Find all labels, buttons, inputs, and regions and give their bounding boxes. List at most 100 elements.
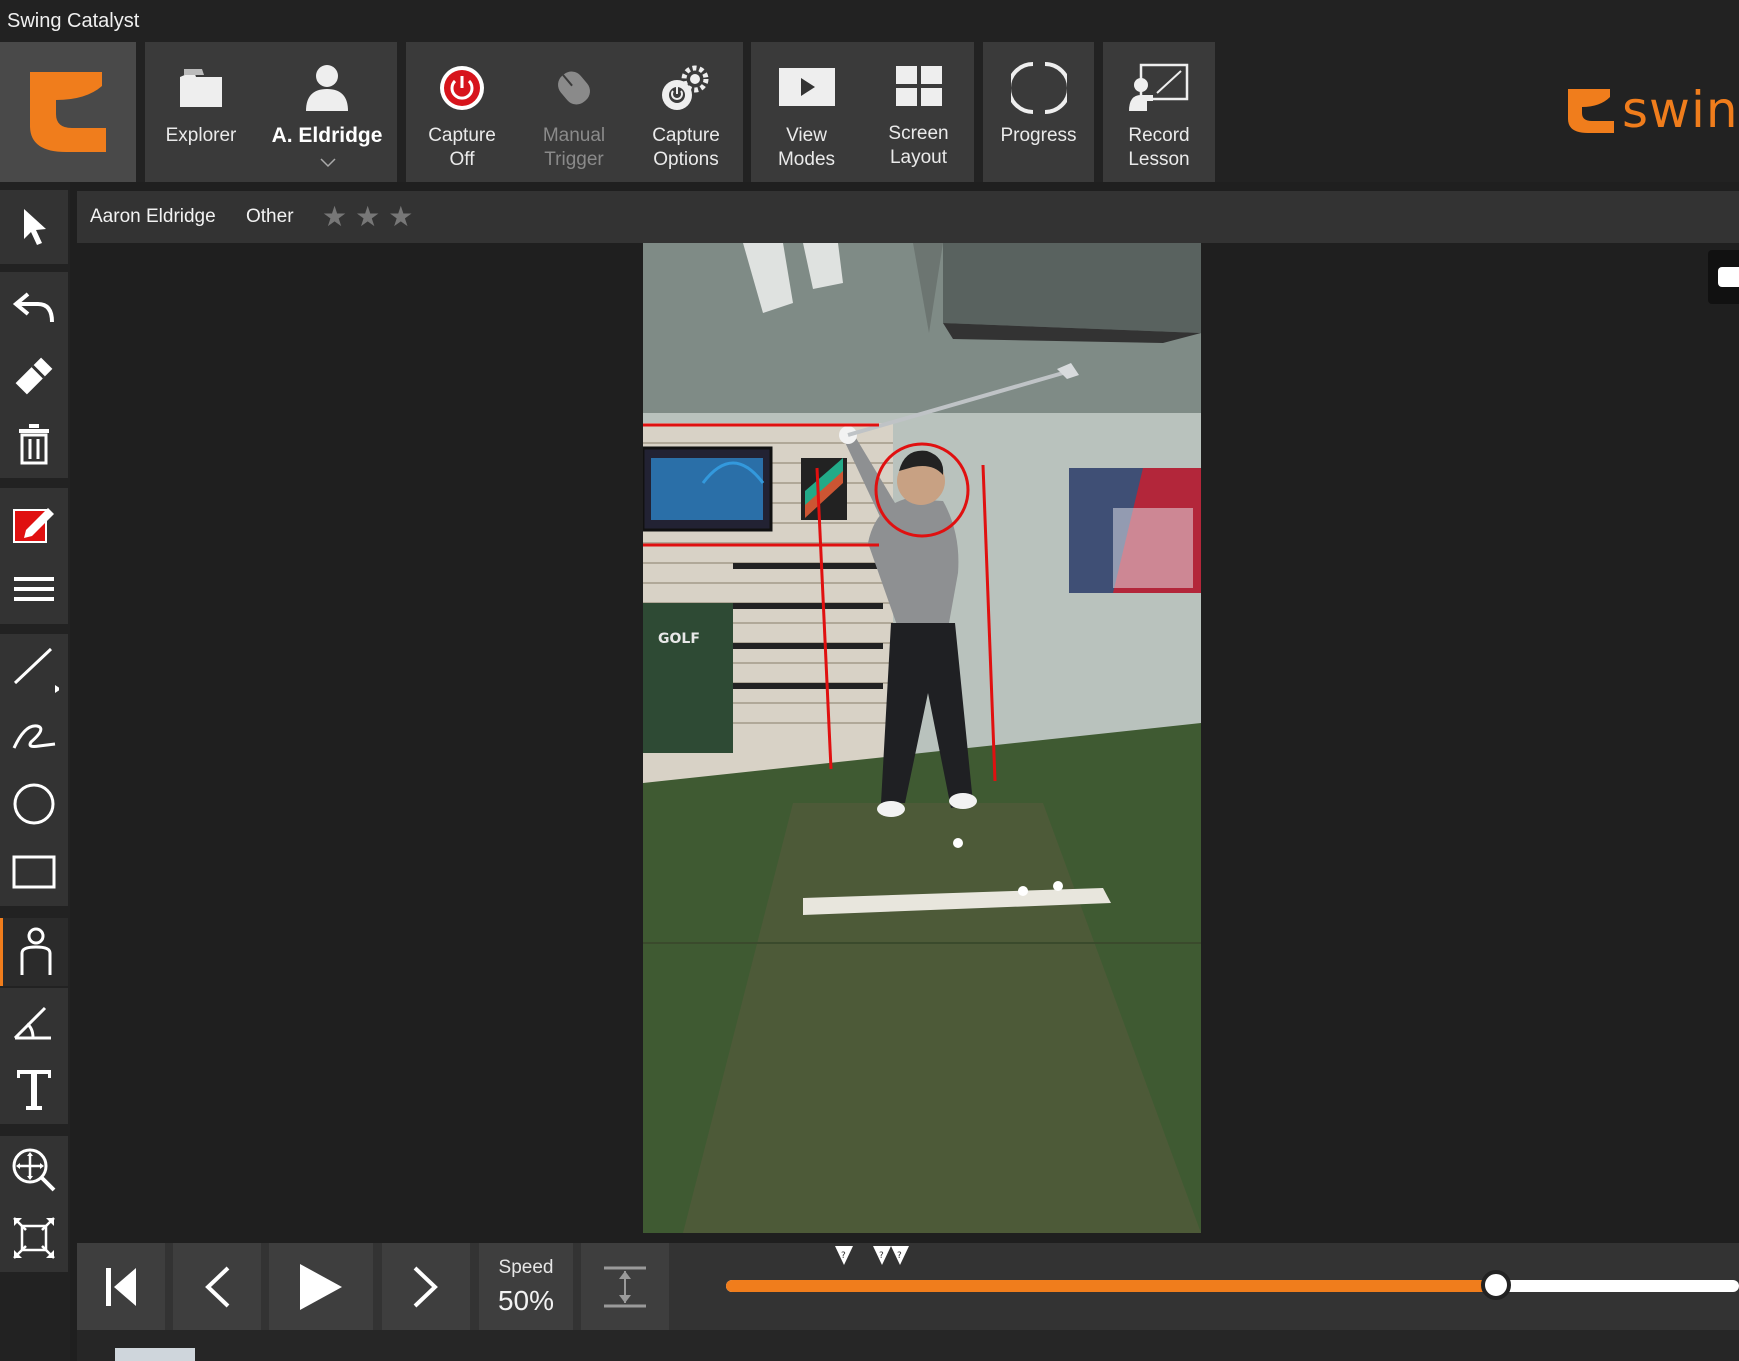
svg-text:?: ? [841, 1251, 846, 1261]
video-frame[interactable]: GOLF [643, 243, 1201, 1233]
pencil-color-icon [13, 508, 54, 543]
zoom-icon [12, 1148, 56, 1192]
window-title: Swing Catalyst [0, 0, 1739, 42]
folder-icon [171, 60, 231, 116]
svg-text:?: ? [897, 1251, 902, 1261]
svg-text:?: ? [879, 1251, 884, 1261]
play-button[interactable] [269, 1243, 373, 1330]
circle-tool[interactable] [0, 770, 68, 838]
body-angle-tool[interactable] [0, 918, 68, 986]
zoom-tool[interactable] [0, 1136, 68, 1204]
side-panel-tab[interactable] [1708, 250, 1739, 304]
progress-button[interactable]: Progress [983, 42, 1094, 182]
undo-tool[interactable] [0, 274, 68, 342]
skip-start-icon [106, 1267, 136, 1306]
arrow-pointer-icon [24, 209, 46, 245]
speed-control[interactable]: Speed 50% [479, 1243, 573, 1330]
manual-trigger-label: Manual Trigger [542, 125, 606, 170]
rectangle-icon [12, 855, 56, 889]
ribbon: Explorer A. Eldridge Capture Off Manual … [0, 42, 1739, 182]
line-tool[interactable] [0, 634, 68, 702]
explorer-label: Explorer [165, 125, 237, 146]
timeline-thumb[interactable] [1480, 1270, 1511, 1300]
freehand-icon [12, 724, 56, 749]
text-icon [17, 1070, 51, 1110]
line-icon [13, 647, 59, 693]
eraser-tool[interactable] [0, 342, 68, 410]
drawing-toolbar [0, 182, 70, 1361]
record-lesson-label: Record Lesson [1128, 125, 1190, 170]
freehand-tool[interactable] [0, 702, 68, 770]
previous-frame-button[interactable] [173, 1243, 261, 1330]
line-width-tool[interactable] [0, 556, 68, 624]
brand-text: swing [1622, 81, 1739, 139]
capture-off-button[interactable]: Capture Off [406, 42, 518, 182]
undo-icon [12, 292, 54, 323]
app-logo[interactable] [0, 42, 136, 182]
gears-icon [656, 60, 716, 116]
timeline-track[interactable] [726, 1280, 1739, 1292]
rating-stars[interactable]: ★★★ [322, 191, 421, 243]
svg-text:GOLF: GOLF [658, 631, 700, 647]
line-weight-icon [14, 577, 54, 601]
fit-screen-tool[interactable] [0, 1204, 68, 1272]
clip-thumbnail[interactable] [115, 1348, 195, 1361]
swing-catalyst-logo-icon [30, 72, 106, 152]
panel-toggle-icon [1718, 267, 1739, 287]
view-modes-label: View Modes [777, 125, 836, 170]
view-modes-button[interactable]: View Modes [751, 42, 862, 182]
clip-info-bar: Aaron Eldridge Other ★★★ [77, 191, 1739, 243]
progress-label: Progress [1000, 125, 1077, 146]
mouse-icon [544, 60, 604, 116]
angle-tool[interactable] [0, 988, 68, 1056]
athlete-button[interactable]: A. Eldridge [258, 42, 396, 182]
fit-screen-icon [13, 1217, 55, 1259]
speed-value: 50% [497, 1285, 555, 1316]
marker-address-icon[interactable]: ? [834, 1245, 854, 1267]
angle-icon [13, 1006, 51, 1040]
screen-layout-label: Screen Layout [888, 123, 949, 168]
thumbnail-strip [77, 1330, 1739, 1361]
speed-label: Speed [498, 1257, 554, 1278]
record-lesson-button[interactable]: Record Lesson [1103, 42, 1215, 182]
circle-progress-icon [1009, 60, 1069, 116]
circle-icon [13, 783, 55, 825]
eraser-icon [15, 357, 53, 395]
playback-bar: Speed 50% ? ? ? [77, 1243, 1739, 1330]
brand-logo: swing [1566, 78, 1739, 142]
lesson-icon [1129, 60, 1189, 116]
play-screen-icon [777, 60, 837, 116]
body-posture-icon [20, 927, 51, 975]
rectangle-tool[interactable] [0, 838, 68, 906]
play-icon [300, 1263, 342, 1310]
capture-options-button[interactable]: Capture Options [630, 42, 742, 182]
timeline-progress [726, 1280, 1496, 1292]
color-picker-tool[interactable] [0, 488, 68, 556]
delete-tool[interactable] [0, 410, 68, 478]
text-tool[interactable] [0, 1056, 68, 1124]
manual-trigger-button[interactable]: Manual Trigger [519, 42, 629, 182]
grid-icon [889, 58, 949, 114]
power-icon [432, 60, 492, 116]
chevron-left-icon [205, 1266, 230, 1307]
trim-range-button[interactable] [581, 1243, 669, 1330]
marker-top-icon[interactable]: ? [872, 1245, 892, 1267]
swing-brand-icon [1568, 89, 1614, 133]
go-to-start-button[interactable] [77, 1243, 165, 1330]
trash-icon [19, 424, 49, 465]
next-frame-button[interactable] [382, 1243, 470, 1330]
chevron-right-icon [413, 1266, 438, 1307]
screen-layout-button[interactable]: Screen Layout [863, 42, 974, 182]
capture-options-label: Capture Options [652, 125, 720, 170]
person-icon [297, 60, 357, 116]
capture-off-label: Capture Off [428, 125, 496, 170]
athlete-label: A. Eldridge [271, 124, 383, 147]
clip-category[interactable]: Other [246, 191, 294, 243]
athlete-name[interactable]: Aaron Eldridge [90, 191, 216, 243]
chevron-down-icon [320, 158, 336, 168]
explorer-button[interactable]: Explorer [145, 42, 257, 182]
trim-icon [604, 1266, 646, 1307]
select-tool[interactable] [0, 190, 68, 264]
golf-swing-video-image: GOLF [643, 243, 1201, 1233]
marker-impact-icon[interactable]: ? [890, 1245, 910, 1267]
